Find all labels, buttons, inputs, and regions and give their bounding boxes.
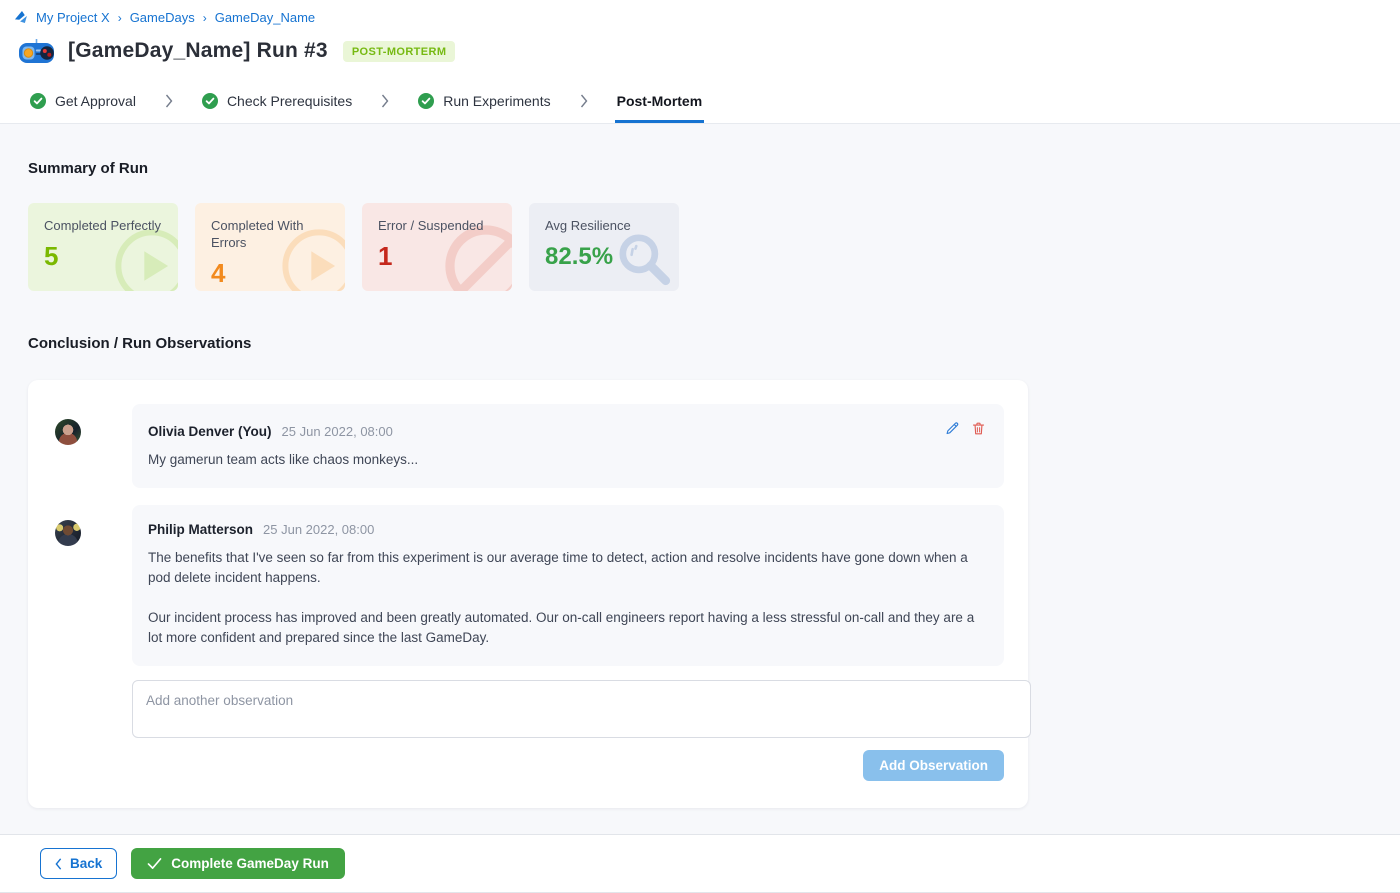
tab-label: Check Prerequisites xyxy=(227,93,352,109)
chevron-left-icon xyxy=(55,858,62,870)
observation-item: Philip Matterson 25 Jun 2022, 08:00 The … xyxy=(55,505,1004,666)
check-circle-icon xyxy=(202,93,218,109)
stat-card-completed-perfectly: Completed Perfectly 5 xyxy=(28,203,178,291)
observation-text: My gamerun team acts like chaos monkeys.… xyxy=(148,450,986,470)
stat-value: 1 xyxy=(378,241,496,272)
stat-card-error-suspended: Error / Suspended 1 xyxy=(362,203,512,291)
stat-card-avg-resilience: Avg Resilience 82.5% xyxy=(529,203,679,291)
observations-heading: Conclusion / Run Observations xyxy=(28,335,1372,352)
tab-label: Get Approval xyxy=(55,93,136,109)
chevron-right-icon xyxy=(580,78,588,123)
stat-label: Completed Perfectly xyxy=(44,217,162,234)
gamepad-icon xyxy=(18,38,55,64)
complete-gameday-run-button[interactable]: Complete GameDay Run xyxy=(131,848,345,879)
observation-text: Our incident process has improved and be… xyxy=(148,608,986,648)
breadcrumb-link-gameday-name[interactable]: GameDay_Name xyxy=(215,10,315,25)
step-tabs: Get Approval Check Prerequisites Run Exp… xyxy=(0,78,1400,124)
observation-bubble: Philip Matterson 25 Jun 2022, 08:00 The … xyxy=(132,505,1004,666)
chevron-right-icon xyxy=(381,78,389,123)
breadcrumb-link-gamedays[interactable]: GameDays xyxy=(130,10,195,25)
gameday-run-page: My Project X › GameDays › GameDay_Name xyxy=(0,0,1400,893)
chevron-right-icon xyxy=(165,78,173,123)
observation-timestamp: 25 Jun 2022, 08:00 xyxy=(282,424,393,439)
stat-label: Avg Resilience xyxy=(545,217,663,234)
tab-label: Post-Mortem xyxy=(617,93,703,109)
avatar xyxy=(55,520,81,546)
add-observation-input[interactable] xyxy=(132,680,1031,738)
tab-get-approval[interactable]: Get Approval xyxy=(28,81,138,123)
chevron-right-icon: › xyxy=(203,11,207,25)
observation-timestamp: 25 Jun 2022, 08:00 xyxy=(263,522,374,537)
summary-heading: Summary of Run xyxy=(28,160,1372,177)
stat-value: 4 xyxy=(211,258,329,289)
check-circle-icon xyxy=(418,93,434,109)
tab-check-prerequisites[interactable]: Check Prerequisites xyxy=(200,81,354,123)
stat-card-completed-with-errors: Completed With Errors 4 xyxy=(195,203,345,291)
chevron-right-icon: › xyxy=(118,11,122,25)
back-button-label: Back xyxy=(70,856,102,871)
stat-label: Error / Suspended xyxy=(378,217,496,234)
avatar xyxy=(55,419,81,445)
observations-card: Olivia Denver (You) 25 Jun 2022, 08:00 M… xyxy=(28,380,1028,808)
add-observation-button[interactable]: Add Observation xyxy=(863,750,1004,781)
breadcrumb: My Project X › GameDays › GameDay_Name xyxy=(14,10,1400,25)
summary-cards: Completed Perfectly 5 Completed With Err… xyxy=(28,203,1372,291)
stat-value: 82.5% xyxy=(545,243,663,271)
main-content: Summary of Run Completed Perfectly 5 Com… xyxy=(0,124,1400,834)
back-button[interactable]: Back xyxy=(40,848,117,879)
tab-label: Run Experiments xyxy=(443,93,550,109)
status-badge: POST-MORTERM xyxy=(343,41,456,62)
observation-author: Olivia Denver (You) xyxy=(148,424,272,439)
edit-icon[interactable] xyxy=(945,421,960,436)
observation-bubble: Olivia Denver (You) 25 Jun 2022, 08:00 M… xyxy=(132,404,1004,488)
page-title: [GameDay_Name] Run #3 xyxy=(68,39,328,63)
observation-item: Olivia Denver (You) 25 Jun 2022, 08:00 M… xyxy=(55,404,1004,488)
title-row: [GameDay_Name] Run #3 POST-MORTERM xyxy=(14,38,1400,64)
observation-text: The benefits that I've seen so far from … xyxy=(148,548,986,588)
delete-icon[interactable] xyxy=(971,421,986,436)
breadcrumb-link-project[interactable]: My Project X xyxy=(36,10,110,25)
tab-run-experiments[interactable]: Run Experiments xyxy=(416,81,552,123)
stat-value: 5 xyxy=(44,241,162,272)
tab-post-mortem[interactable]: Post-Mortem xyxy=(615,81,705,123)
footer-bar: Back Complete GameDay Run xyxy=(0,834,1400,893)
page-header: My Project X › GameDays › GameDay_Name xyxy=(0,0,1400,78)
check-circle-icon xyxy=(30,93,46,109)
stat-label: Completed With Errors xyxy=(211,217,329,251)
project-logo-icon xyxy=(14,10,29,25)
complete-button-label: Complete GameDay Run xyxy=(171,856,329,871)
observation-author: Philip Matterson xyxy=(148,522,253,537)
check-icon xyxy=(147,857,162,870)
